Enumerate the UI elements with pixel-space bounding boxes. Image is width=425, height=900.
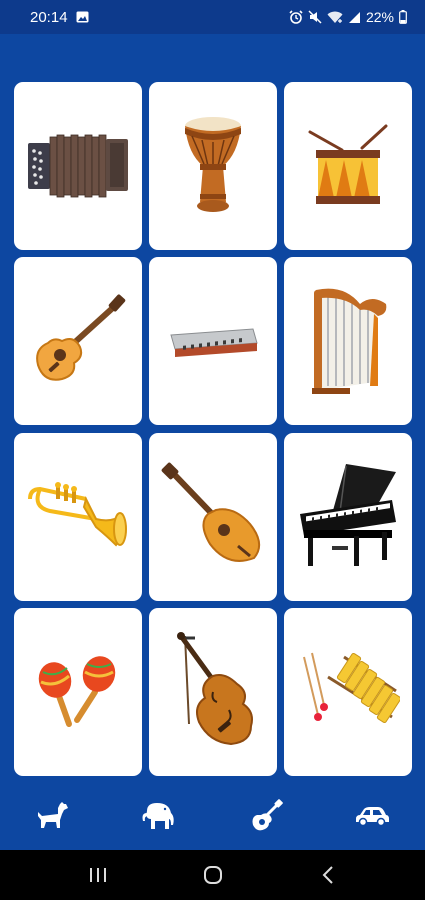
trumpet-icon: [28, 482, 127, 547]
bottom-nav: [0, 782, 425, 850]
card-mandolin[interactable]: [149, 433, 277, 601]
harmonica-icon: [170, 328, 258, 357]
dog-icon: [38, 802, 69, 828]
alarm-icon: [289, 10, 303, 24]
status-time: 20:14: [30, 8, 68, 26]
recent-apps-icon: [89, 868, 106, 882]
guitar-icon: [36, 294, 126, 381]
djembe-icon: [185, 117, 241, 212]
nav-vehicles-car[interactable]: [342, 791, 402, 841]
card-harmonica[interactable]: [149, 257, 277, 425]
wifi-icon: [327, 11, 343, 24]
maracas-icon: [38, 656, 116, 727]
system-nav-bar: [0, 850, 425, 900]
card-xylophone[interactable]: [284, 608, 412, 776]
drum-icon: [308, 124, 388, 204]
nav-instruments-guitar[interactable]: [236, 791, 296, 841]
piano-icon: [300, 464, 396, 566]
instrument-grid: [0, 34, 425, 782]
signal-icon: [348, 11, 361, 24]
battery-text: 22%: [365, 9, 394, 25]
xylophone-icon: [303, 652, 400, 724]
battery-icon: [399, 10, 407, 24]
harp-icon: [312, 288, 387, 394]
mute-icon: [308, 10, 322, 24]
guitar-icon: [252, 799, 283, 831]
status-bar: 20:14 22%: [0, 0, 425, 34]
car-icon: [355, 807, 389, 827]
home-icon: [203, 866, 222, 884]
card-harp[interactable]: [284, 257, 412, 425]
card-djembe[interactable]: [149, 82, 277, 250]
home-button[interactable]: [183, 855, 243, 895]
card-piano[interactable]: [284, 433, 412, 601]
accordion-icon: [28, 134, 128, 198]
elephant-icon: [142, 803, 175, 829]
card-maracas[interactable]: [14, 608, 142, 776]
card-guitar[interactable]: [14, 257, 142, 425]
back-button[interactable]: [298, 855, 358, 895]
recent-apps-button[interactable]: [68, 855, 128, 895]
violin-icon: [177, 632, 253, 746]
mandolin-icon: [161, 462, 261, 562]
gallery-notification-icon: [76, 11, 89, 23]
card-accordion[interactable]: [14, 82, 142, 250]
card-violin[interactable]: [149, 608, 277, 776]
nav-animals-dog[interactable]: [23, 791, 83, 841]
card-trumpet[interactable]: [14, 433, 142, 601]
card-drum[interactable]: [284, 82, 412, 250]
back-icon: [322, 866, 333, 884]
nav-animals-elephant[interactable]: [129, 791, 189, 841]
